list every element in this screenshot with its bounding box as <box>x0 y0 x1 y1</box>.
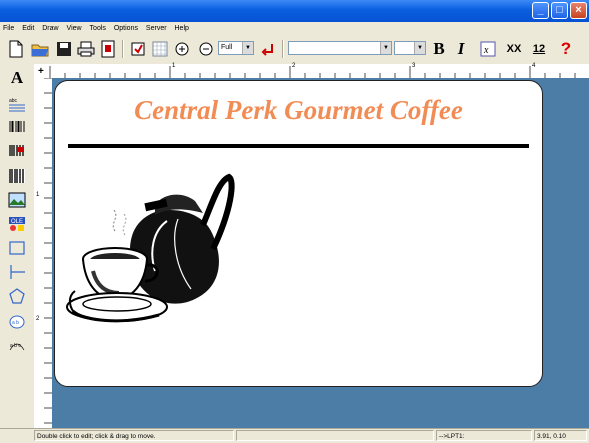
polygon-tool-icon[interactable] <box>7 286 27 306</box>
grid-icon[interactable] <box>150 39 170 59</box>
chevron-down-icon[interactable]: ▼ <box>380 42 391 54</box>
horizontal-ruler: + 1 2 3 4 <box>34 63 589 79</box>
rectangle-tool-icon[interactable] <box>7 238 27 258</box>
svg-text:a b c: a b c <box>10 343 21 349</box>
menu-view[interactable]: View <box>64 22 85 32</box>
counter-button[interactable]: 12 <box>528 39 550 59</box>
menu-help[interactable]: Help <box>172 22 192 32</box>
save-icon[interactable] <box>54 39 74 59</box>
minimize-button[interactable]: _ <box>532 2 549 19</box>
menu-options[interactable]: Options <box>111 22 141 32</box>
vertical-ruler: 1 2 <box>34 78 53 428</box>
text-tool-icon[interactable]: A <box>7 68 27 88</box>
status-printer: -->LPT1: <box>436 430 532 441</box>
svg-text:+: + <box>38 66 44 77</box>
zoom-in-icon[interactable] <box>172 39 192 59</box>
menu-file[interactable]: File <box>0 22 17 32</box>
status-bar: Double click to edit; click & drag to mo… <box>0 428 589 443</box>
menu-server[interactable]: Server <box>143 22 170 32</box>
svg-text:OLE: OLE <box>11 219 23 225</box>
ruler-mark-4: 4 <box>532 63 536 69</box>
label-setup-icon[interactable] <box>128 39 148 59</box>
menu-edit[interactable]: Edit <box>19 22 37 32</box>
rotate-icon[interactable] <box>258 39 278 59</box>
help-button[interactable]: ? <box>556 39 576 59</box>
ruler-mark-1: 1 <box>172 63 176 69</box>
paragraph-tool-icon[interactable]: abc <box>7 94 27 114</box>
status-hint: Double click to edit; click & drag to mo… <box>34 430 234 441</box>
toolbar-separator <box>122 40 124 58</box>
close-button[interactable]: × <box>570 2 587 19</box>
svg-text:x: x <box>483 45 489 56</box>
bold-button[interactable]: B <box>429 39 449 59</box>
toolbar-separator <box>282 40 284 58</box>
window-controls: _ □ × <box>532 2 587 19</box>
design-canvas[interactable]: Central Perk Gourmet Coffee <box>52 78 589 428</box>
open-folder-icon[interactable] <box>30 39 50 59</box>
svg-text:abc: abc <box>9 98 18 104</box>
svg-text:a b: a b <box>12 320 19 326</box>
zoom-value: Full <box>221 44 233 51</box>
print-preview-icon[interactable] <box>98 39 118 59</box>
color-barcode-tool-icon[interactable] <box>7 142 27 162</box>
italic-button[interactable]: I <box>451 39 471 59</box>
text-style-icon[interactable]: x <box>478 39 498 59</box>
menu-draw[interactable]: Draw <box>39 22 61 32</box>
new-document-icon[interactable] <box>6 39 26 59</box>
arc-text-tool-icon[interactable]: a b c <box>7 336 27 356</box>
menu-tools[interactable]: Tools <box>87 22 109 32</box>
ellipse-tool-icon[interactable]: a b <box>7 312 27 332</box>
chevron-down-icon[interactable]: ▼ <box>242 42 253 54</box>
xx-button[interactable]: XX <box>503 39 525 59</box>
coffee-pot-image[interactable] <box>63 171 241 346</box>
ruler-mark-2: 2 <box>292 63 296 69</box>
barcode-tool-icon[interactable] <box>7 118 27 138</box>
status-coordinates: 3.91, 0.10 <box>534 430 587 441</box>
label-page[interactable]: Central Perk Gourmet Coffee <box>54 80 543 387</box>
status-panel <box>236 430 434 441</box>
label-divider-line[interactable] <box>68 144 529 148</box>
maximize-button[interactable]: □ <box>551 2 568 19</box>
font-size-select[interactable]: ▼ <box>394 41 426 55</box>
font-name-select[interactable]: ▼ <box>288 41 392 55</box>
ruler-mark-3: 3 <box>412 63 416 69</box>
ruler-mark-1: 1 <box>36 192 40 198</box>
ole-object-icon[interactable]: OLE <box>7 214 27 234</box>
pdf417-tool-icon[interactable] <box>7 166 27 186</box>
menu-bar: File Edit Draw View Tools Options Server… <box>0 22 589 36</box>
ruler-mark-2: 2 <box>36 316 40 322</box>
label-title-text[interactable]: Central Perk Gourmet Coffee <box>55 95 542 126</box>
title-bar: _ □ × <box>0 0 589 22</box>
zoom-select[interactable]: Full ▼ <box>218 41 254 55</box>
toolbar: Full ▼ ▼ ▼ B I x XX 12 ? <box>0 36 589 62</box>
chevron-down-icon[interactable]: ▼ <box>414 42 425 54</box>
print-icon[interactable] <box>76 39 96 59</box>
image-tool-icon[interactable] <box>7 190 27 210</box>
line-tool-icon[interactable] <box>7 262 27 282</box>
zoom-out-icon[interactable] <box>196 39 216 59</box>
left-tool-palette: A abc OLE a b a b c <box>0 62 32 434</box>
